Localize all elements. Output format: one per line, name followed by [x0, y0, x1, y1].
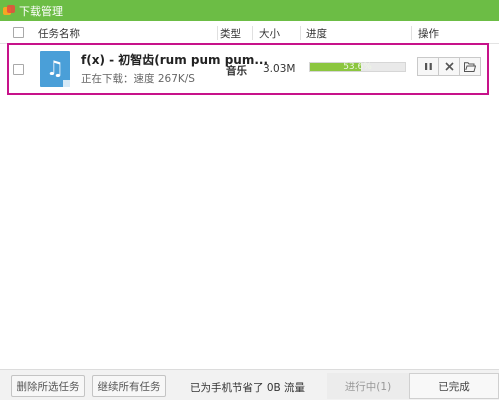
- column-type[interactable]: 类型: [220, 26, 241, 41]
- column-name[interactable]: 任务名称: [38, 26, 80, 41]
- task-checkbox[interactable]: [13, 64, 24, 75]
- column-progress[interactable]: 进度: [306, 26, 327, 41]
- pause-button[interactable]: [417, 57, 439, 76]
- select-all-checkbox[interactable]: [13, 27, 24, 38]
- pause-icon: [424, 63, 432, 70]
- task-status: 正在下载：速度 267K/S: [81, 73, 195, 85]
- column-actions: 操作: [418, 28, 439, 40]
- progress-percent: 53.6%: [343, 62, 372, 72]
- app-logo-icon: [3, 4, 15, 17]
- open-folder-icon: [464, 61, 476, 72]
- window-title: 下载管理: [19, 4, 63, 18]
- continue-all-button[interactable]: 继续所有任务: [92, 375, 166, 397]
- task-size: 3.03M: [263, 63, 296, 75]
- cancel-button[interactable]: [438, 57, 460, 76]
- task-type: 音乐: [226, 65, 247, 77]
- saved-traffic-text: 已为手机节省了 0B 流量: [190, 382, 306, 394]
- music-file-icon: ♫: [40, 51, 70, 87]
- progress-bar: 53.6%: [309, 62, 406, 72]
- delete-selected-button[interactable]: 删除所选任务: [11, 375, 85, 397]
- tab-completed[interactable]: 已完成: [409, 373, 499, 399]
- column-size[interactable]: 大小: [259, 26, 280, 41]
- cancel-icon: [444, 62, 454, 71]
- open-folder-button[interactable]: [459, 57, 481, 76]
- tab-in-progress[interactable]: 进行中(1): [327, 373, 409, 399]
- column-header: 任务名称 类型 大小 进度 操作: [0, 22, 499, 44]
- title-bar: 下载管理: [0, 0, 499, 21]
- task-actions: [417, 57, 481, 76]
